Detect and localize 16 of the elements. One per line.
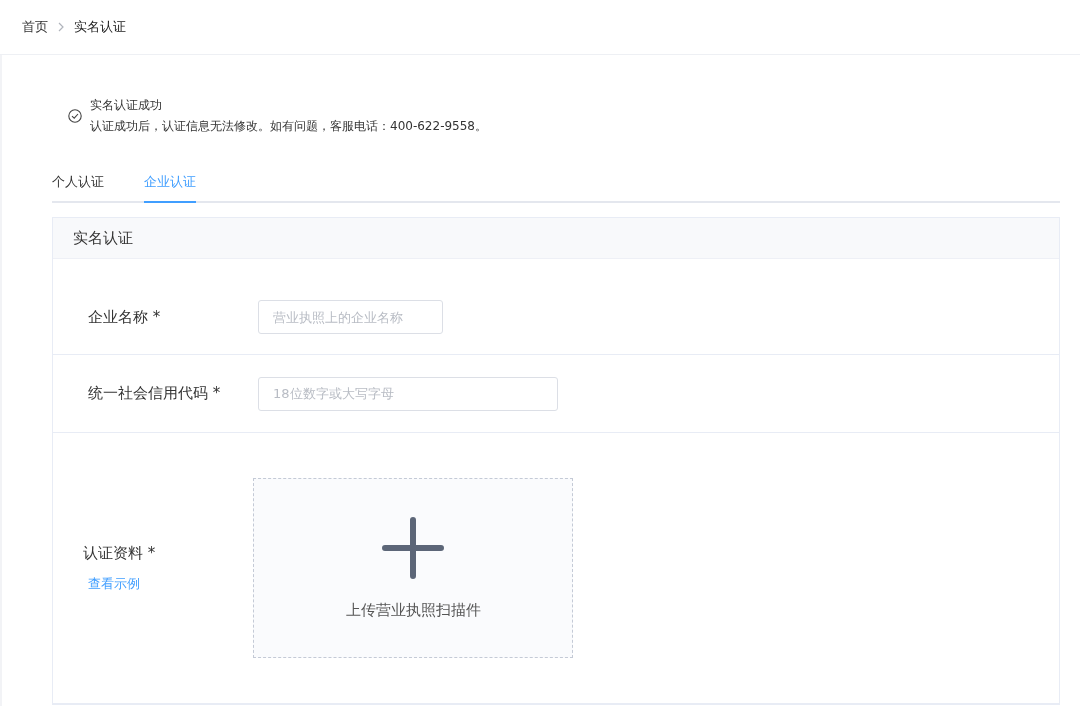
notice-title: 实名认证成功: [90, 97, 163, 114]
card-header: 实名认证: [53, 218, 1059, 259]
breadcrumb-item[interactable]: 实名认证: [74, 18, 126, 36]
field-label: 认证资料 *: [83, 543, 156, 563]
notice-message: 认证成功后，认证信息无法修改。如有问题，客服电话：400-622-9558。: [90, 118, 487, 135]
plus-icon: [382, 516, 444, 579]
field-label: 企业名称 *: [88, 307, 162, 327]
field-label: 统一社会信用代码 *: [88, 384, 222, 403]
upload-text: 上传营业执照扫描件: [345, 600, 481, 620]
check-circle-icon: [68, 109, 82, 123]
input-field[interactable]: 18位数字或大写字母: [258, 376, 558, 411]
chevron-right-icon: [58, 22, 64, 32]
upload-area[interactable]: 上传营业执照扫描件: [253, 478, 573, 658]
tab[interactable]: 个人认证: [52, 173, 104, 203]
breadcrumb-item[interactable]: 首页: [22, 18, 48, 36]
input-field[interactable]: 营业执照上的企业名称: [258, 300, 443, 334]
